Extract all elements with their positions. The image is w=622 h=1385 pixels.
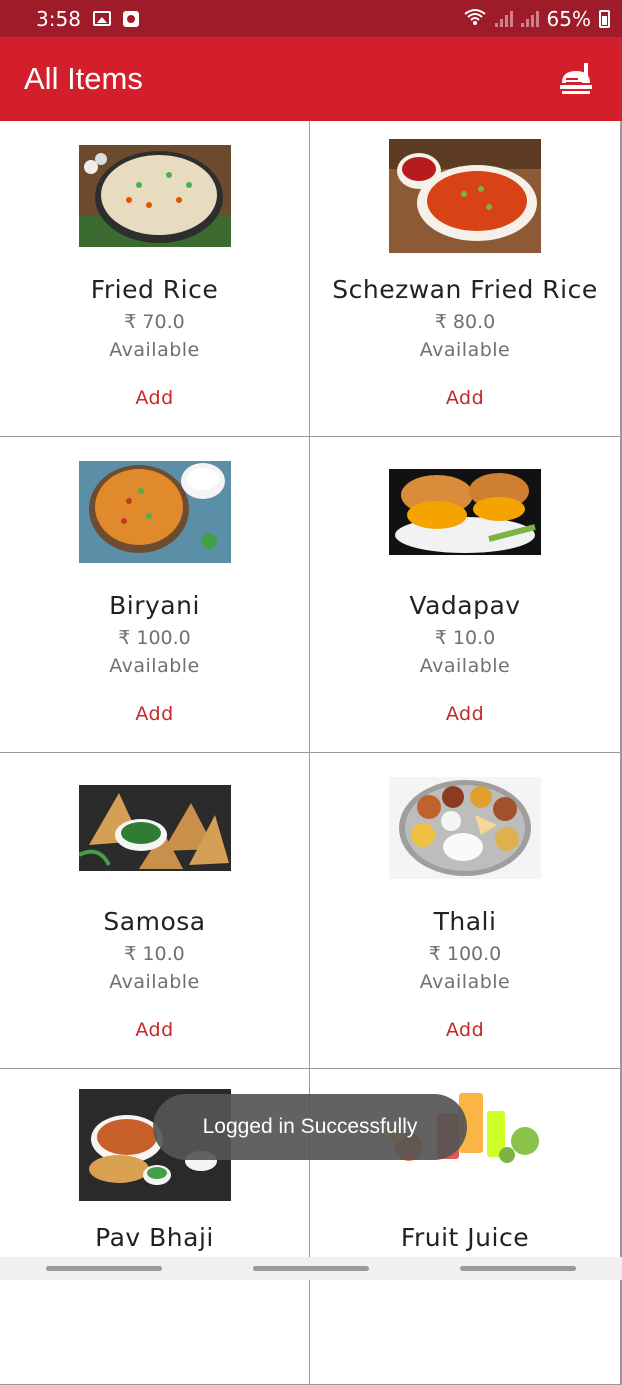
item-price: ₹ 10.0 [434, 627, 496, 649]
item-name: Thali [433, 907, 497, 936]
item-name: Samosa [103, 907, 206, 936]
item-price: ₹ 100.0 [118, 627, 191, 649]
page-title: All Items [24, 61, 143, 96]
item-card[interactable]: Samosa ₹ 10.0 Available Add [0, 753, 310, 1069]
item-name: Schezwan Fried Rice [332, 275, 598, 304]
item-name: Biryani [109, 591, 200, 620]
add-button[interactable]: Add [0, 387, 309, 409]
item-name: Fried Rice [90, 275, 219, 304]
item-price: ₹ 100.0 [428, 943, 502, 965]
item-availability: Available [419, 339, 511, 361]
screen-record-icon [122, 10, 139, 27]
item-card[interactable]: Thali ₹ 100.0 Available Add [310, 753, 622, 1069]
status-bar: 3:58 65% [0, 0, 622, 37]
wifi-icon [463, 7, 487, 31]
samosa-image [78, 785, 231, 871]
vadapav-image [389, 469, 541, 555]
biryani-image [78, 461, 231, 563]
item-availability: Available [419, 655, 511, 677]
item-name: Vadapav [409, 591, 521, 620]
add-button[interactable]: Add [0, 703, 309, 725]
item-card[interactable]: Vadapav ₹ 10.0 Available Add [310, 437, 622, 753]
food-tray-icon[interactable] [556, 59, 596, 99]
toast-message: Logged in Successfully [153, 1094, 467, 1160]
item-price: ₹ 80.0 [434, 311, 496, 333]
nav-recents-button[interactable] [45, 1266, 162, 1271]
add-button[interactable]: Add [310, 703, 620, 725]
item-card[interactable]: Schezwan Fried Rice ₹ 80.0 Available Add [310, 121, 622, 437]
item-availability: Available [419, 971, 511, 993]
item-card[interactable]: Fried Rice ₹ 70.0 Available Add [0, 121, 310, 437]
item-availability: Available [109, 655, 200, 677]
battery-icon [599, 9, 610, 28]
item-availability: Available [109, 971, 200, 993]
fried-rice-image [78, 145, 231, 247]
add-button[interactable]: Add [310, 1019, 620, 1041]
gallery-notification-icon [92, 11, 111, 26]
battery-percent: 65% [546, 6, 591, 31]
item-availability: Available [109, 339, 200, 361]
item-price: ₹ 70.0 [124, 311, 185, 333]
add-button[interactable]: Add [310, 387, 620, 409]
nav-home-button[interactable] [252, 1266, 369, 1271]
status-time: 3:58 [36, 6, 81, 31]
item-card[interactable]: Biryani ₹ 100.0 Available Add [0, 437, 310, 753]
item-name: Fruit Juice [400, 1223, 530, 1252]
app-bar: All Items [0, 37, 622, 121]
system-navigation-bar [0, 1257, 622, 1280]
signal-icon-1 [494, 10, 513, 27]
nav-back-button[interactable] [460, 1266, 577, 1271]
thali-image [389, 777, 541, 879]
items-grid: Fried Rice ₹ 70.0 Available Add Schezwan… [0, 121, 622, 1385]
item-name: Pav Bhaji [95, 1223, 214, 1252]
signal-icon-2 [520, 10, 539, 27]
schezwan-fried-rice-image [389, 139, 541, 253]
item-price: ₹ 10.0 [124, 943, 185, 965]
add-button[interactable]: Add [0, 1019, 309, 1041]
